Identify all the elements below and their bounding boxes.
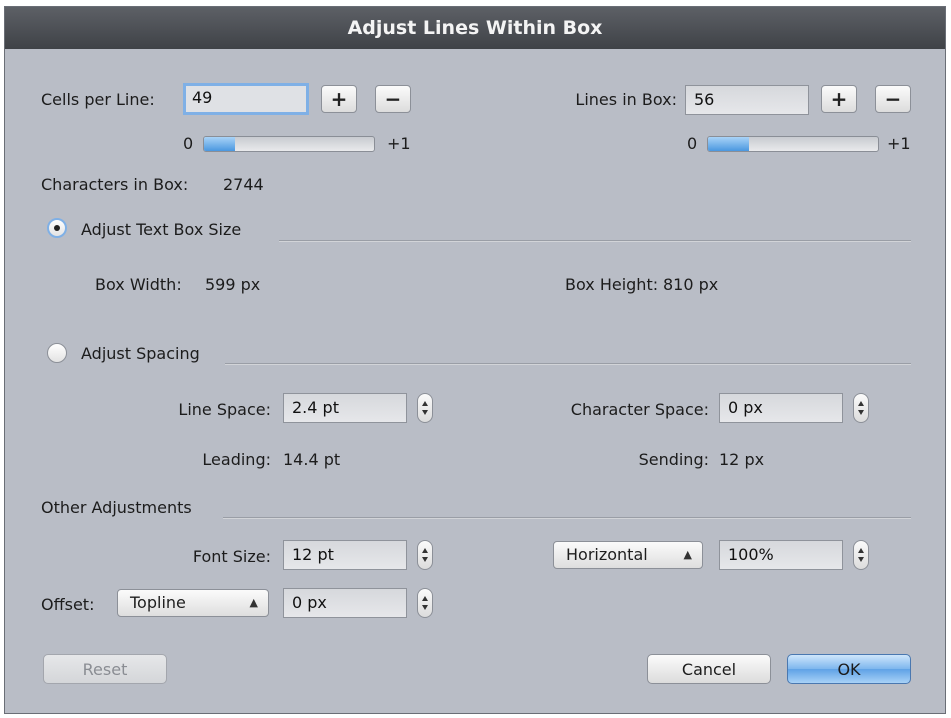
adjust-lines-dialog: Adjust Lines Within Box Cells per Line: … [4,6,946,714]
section-separator [225,363,911,365]
lines-slider-max-label: +1 [887,134,911,153]
stepper-up-icon[interactable] [422,596,428,601]
lines-in-box-plus-button[interactable]: + [821,85,857,113]
sending-value: 12 px [719,450,765,469]
stepper-down-icon[interactable] [422,557,428,562]
leading-label: Leading: [202,450,271,469]
lines-in-box-input[interactable]: 56 [685,85,809,115]
reset-button[interactable]: Reset [43,654,167,684]
character-space-stepper[interactable] [853,393,869,423]
offset-label: Offset: [41,595,95,614]
lines-in-box-label: Lines in Box: [575,90,677,109]
lines-slider-min-label: 0 [687,134,698,153]
box-height-value: 810 px [663,275,719,294]
box-width-label: Box Width: [95,275,182,294]
lines-in-box-slider[interactable] [707,136,879,152]
font-size-stepper[interactable] [417,540,433,570]
line-space-label: Line Space: [178,400,271,419]
stepper-up-icon[interactable] [858,401,864,406]
sending-label: Sending: [638,450,709,469]
characters-in-box-value: 2744 [223,175,264,194]
direction-popup-value: Horizontal [566,545,648,564]
cells-per-line-slider[interactable] [203,136,375,152]
character-space-input[interactable]: 0 px [719,393,843,423]
cells-per-line-label: Cells per Line: [41,90,155,109]
other-adjustments-label: Other Adjustments [41,498,192,517]
stepper-up-icon[interactable] [858,548,864,553]
section-separator [223,517,911,519]
cells-slider-max-label: +1 [387,134,411,153]
stepper-down-icon[interactable] [422,410,428,415]
cells-per-line-minus-button[interactable]: − [375,85,411,113]
font-size-input[interactable]: 12 pt [283,540,407,570]
offset-stepper[interactable] [417,588,433,618]
character-space-label: Character Space: [570,400,709,419]
cells-per-line-input[interactable]: 49 [183,83,309,115]
slider-fill [708,137,749,151]
scale-stepper[interactable] [853,540,869,570]
offset-input[interactable]: 0 px [283,588,407,618]
leading-value: 14.4 pt [283,450,341,469]
font-size-label: Font Size: [192,547,271,566]
stepper-down-icon[interactable] [422,605,428,610]
slider-fill [204,137,235,151]
stepper-down-icon[interactable] [858,557,864,562]
radio-dot [54,225,60,231]
offset-popup-value: Topline [130,593,186,612]
section-separator [279,240,911,242]
ok-button[interactable]: OK [787,654,911,684]
offset-popup[interactable]: Topline ▲︎ [117,589,269,617]
adjust-text-box-size-label[interactable]: Adjust Text Box Size [81,220,241,239]
chevron-updown-icon: ▲︎ [249,596,258,609]
stepper-down-icon[interactable] [858,410,864,415]
dialog-title: Adjust Lines Within Box [5,7,945,49]
cells-slider-min-label: 0 [183,134,194,153]
line-space-input[interactable]: 2.4 pt [283,393,407,423]
line-space-stepper[interactable] [417,393,433,423]
stepper-up-icon[interactable] [422,548,428,553]
stepper-up-icon[interactable] [422,401,428,406]
chevron-updown-icon: ▲︎ [683,548,692,561]
lines-in-box-minus-button[interactable]: − [875,85,911,113]
adjust-spacing-radio[interactable] [47,343,67,363]
cells-per-line-plus-button[interactable]: + [321,85,357,113]
box-height-label: Box Height: [565,275,659,294]
direction-popup[interactable]: Horizontal ▲︎ [553,541,703,569]
adjust-spacing-label[interactable]: Adjust Spacing [81,344,200,363]
adjust-text-box-size-radio[interactable] [47,218,67,238]
scale-input[interactable]: 100% [719,540,843,570]
box-width-value: 599 px [205,275,261,294]
cancel-button[interactable]: Cancel [647,654,771,684]
characters-in-box-label: Characters in Box: [41,175,189,194]
